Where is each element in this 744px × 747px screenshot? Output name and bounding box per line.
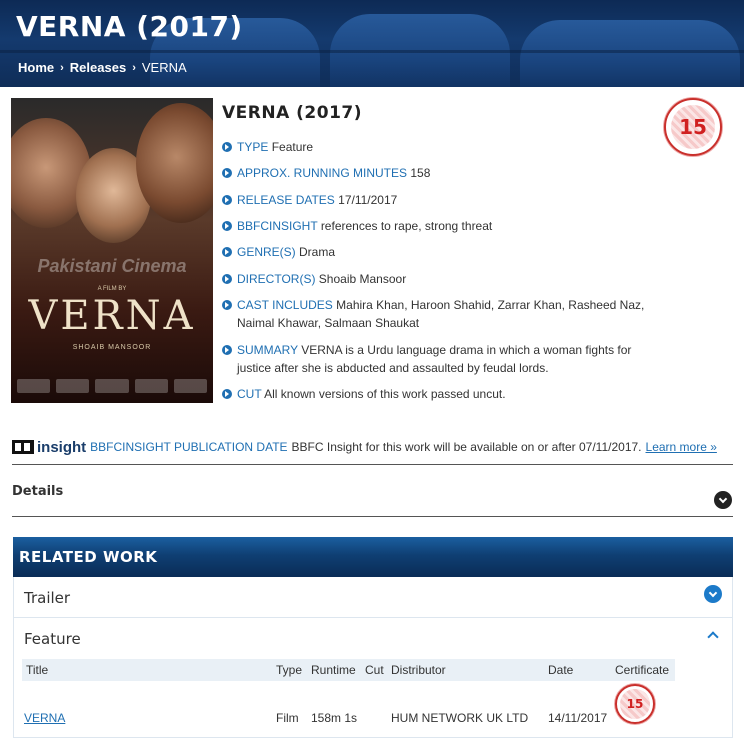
chevron-up-icon[interactable]: [707, 631, 719, 643]
fact-type: TYPE Feature: [222, 138, 652, 156]
breadcrumb-current: VERNA: [141, 60, 187, 75]
film-strip-icon: [12, 440, 34, 454]
insight-logo: insight: [12, 439, 86, 456]
col-runtime: Runtime: [311, 663, 356, 677]
details-toggle-label[interactable]: Details: [12, 484, 63, 499]
rating-value: 15: [670, 104, 716, 150]
expand-trailer-button[interactable]: [704, 585, 722, 603]
bullet-arrow-icon: [222, 195, 232, 205]
rating-15-icon: 15: [664, 98, 722, 156]
poster-credit: A FILM BY: [97, 286, 127, 292]
film-title: VERNA (2017): [222, 103, 363, 123]
poster-director: SHOAIB MANSOOR: [72, 344, 152, 351]
feature-label: Feature: [24, 630, 81, 648]
seat-row-divider: [0, 50, 744, 53]
expand-details-button[interactable]: [714, 491, 732, 509]
page-header-banner: VERNA (2017) Home › Releases › VERNA: [0, 0, 744, 87]
col-certificate: Certificate: [615, 663, 670, 677]
chevron-right-icon: ›: [60, 61, 64, 74]
col-distributor: Distributor: [391, 663, 446, 677]
bullet-arrow-icon: [222, 300, 232, 310]
breadcrumb: Home › Releases › VERNA: [18, 60, 187, 75]
trailer-label: Trailer: [24, 589, 71, 607]
bullet-arrow-icon: [222, 168, 232, 178]
divider: [12, 464, 733, 465]
breadcrumb-home[interactable]: Home: [18, 60, 54, 75]
related-title-link[interactable]: VERNA: [24, 711, 65, 725]
insight-text: BBFC Insight for this work will be avail…: [291, 440, 642, 454]
fact-cut: CUT All known versions of this work pass…: [222, 385, 652, 403]
learn-more-link[interactable]: Learn more »: [646, 440, 717, 454]
fact-bbfcinsight: BBFCINSIGHT references to rape, strong t…: [222, 217, 652, 235]
chevron-down-icon: [718, 494, 728, 503]
poster-title: VERNA: [28, 293, 196, 339]
poster-logos: [17, 379, 208, 393]
trailer-accordion[interactable]: Trailer: [13, 577, 733, 618]
bullet-arrow-icon: [222, 274, 232, 284]
col-date: Date: [548, 663, 574, 677]
related-distributor: HUM NETWORK UK LTD: [391, 711, 529, 725]
poster-watermark: Pakistani Cinema: [37, 256, 187, 276]
col-cut: Cut: [365, 663, 384, 677]
chevron-right-icon: ›: [132, 61, 136, 74]
related-runtime: 158m 1s: [311, 711, 358, 725]
col-title: Title: [26, 663, 49, 677]
insight-key: BBFCINSIGHT PUBLICATION DATE: [90, 440, 288, 454]
bullet-arrow-icon: [222, 389, 232, 399]
related-certificate: 15: [620, 689, 650, 719]
fact-summary: SUMMARY VERNA is a Urdu language drama i…: [222, 341, 652, 377]
fact-release-dates: RELEASE DATES 17/11/2017: [222, 191, 652, 209]
chevron-down-icon: [708, 588, 718, 597]
bullet-arrow-icon: [222, 142, 232, 152]
divider: [12, 516, 733, 517]
bullet-arrow-icon: [222, 221, 232, 231]
cinema-seat-graphic: [520, 20, 740, 87]
film-poster: Pakistani Cinema A FILM BY VERNA SHOAIB …: [11, 98, 213, 403]
related-type: Film: [276, 711, 299, 725]
related-work-heading: RELATED WORK: [13, 537, 733, 577]
insight-publication-bar: insight BBFCINSIGHT PUBLICATION DATE BBF…: [12, 437, 732, 457]
col-type: Type: [276, 663, 303, 677]
fact-running-minutes: APPROX. RUNNING MINUTES 158: [222, 164, 652, 182]
bullet-arrow-icon: [222, 247, 232, 257]
bullet-arrow-icon: [222, 345, 232, 355]
breadcrumb-releases[interactable]: Releases: [70, 60, 126, 75]
rating-15-icon: 15: [615, 684, 655, 724]
fact-genres: GENRE(S) Drama: [222, 243, 652, 261]
fact-cast: CAST INCLUDES Mahira Khan, Haroon Shahid…: [222, 296, 652, 332]
related-date: 14/11/2017: [548, 711, 608, 725]
page-title: VERNA (2017): [16, 10, 243, 43]
fact-directors: DIRECTOR(S) Shoaib Mansoor: [222, 270, 652, 288]
